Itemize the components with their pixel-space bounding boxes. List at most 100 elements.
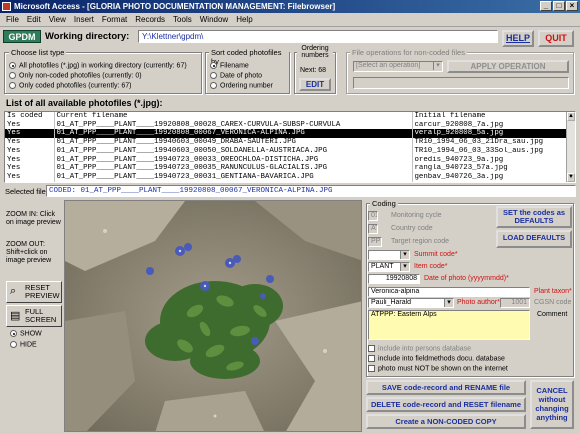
working-directory-input[interactable]: Y:\Klettner\gpdm\ <box>138 30 498 43</box>
maximize-button[interactable]: □ <box>553 1 565 11</box>
window-title-bar: Microsoft Access - [GLORIA PHOTO DOCUMEN… <box>0 0 580 13</box>
radio-selected-icon <box>210 62 217 69</box>
include-persons-checkbox[interactable]: include into persons database <box>368 345 471 352</box>
table-row[interactable]: Yes 01_AT_PPP____PLANT____19920808_00028_… <box>5 120 575 130</box>
list-type-coded-option[interactable]: Only coded photofiles (currently: 67) <box>9 82 131 89</box>
table-row[interactable]: Yes 01_AT_PPP____PLANT____19940603_00050_… <box>5 146 575 156</box>
set-defaults-button[interactable]: SET the codes as DEFAULTS <box>496 206 572 228</box>
full-screen-button[interactable]: ▤ FULL SCREEN <box>6 305 62 327</box>
menu-insert[interactable]: Insert <box>70 15 98 24</box>
monitoring-cycle-label: Monitoring cycle <box>391 212 442 219</box>
menu-view[interactable]: View <box>45 15 70 24</box>
cgsn-code-field[interactable]: 1001 <box>500 298 530 308</box>
full-screen-label: FULL SCREEN <box>25 307 57 324</box>
minimize-button[interactable]: _ <box>540 1 552 11</box>
ordering-edit-button[interactable]: EDIT <box>299 78 331 91</box>
radio-selected-icon <box>9 62 16 69</box>
delete-and-reset-button[interactable]: DELETE code-record and RESET filename <box>366 397 526 412</box>
table-row[interactable]: Yes 01_AT_PPP____PLANT____19940603_00049_… <box>5 138 575 147</box>
reset-preview-label: RESET PREVIEW <box>25 283 60 300</box>
zoom-in-hint: ZOOM IN: Click on image preview <box>6 211 61 226</box>
cancel-button[interactable]: CANCEL without changing anything <box>530 380 574 429</box>
file-list-heading: List of all available photofiles (*.jpg)… <box>6 98 163 108</box>
table-row-selected[interactable]: Yes 01_AT_PPP____PLANT____19920808_00067_… <box>5 129 575 139</box>
target-region-label: Target region code <box>391 238 449 245</box>
load-defaults-button[interactable]: LOAD DEFAULTS <box>496 230 572 248</box>
table-row[interactable]: Yes 01_AT_PPP____PLANT____19940723_00031_… <box>5 172 575 182</box>
plant-taxon-label: Plant taxon* <box>534 288 572 295</box>
reset-preview-button[interactable]: ⌕ RESET PREVIEW <box>6 281 62 303</box>
scroll-up-arrow-icon[interactable]: ▲ <box>567 112 575 121</box>
menu-window[interactable]: Window <box>196 15 232 24</box>
item-code-select[interactable]: PLANT <box>368 262 410 272</box>
target-region-field[interactable]: PPP <box>368 237 382 247</box>
gpdm-badge: GPDM <box>3 30 41 43</box>
radio-selected-icon <box>10 330 17 337</box>
list-type-group: Choose list type All photofiles (*.jpg) … <box>4 48 202 94</box>
close-window-button[interactable]: × <box>566 1 578 11</box>
monitoring-cycle-field[interactable]: 01 <box>368 211 378 221</box>
sort-group: Sort coded photofiles by Filename Date o… <box>205 48 290 94</box>
date-of-photo-field[interactable]: 19920808 <box>368 274 420 284</box>
radio-icon <box>9 82 16 89</box>
table-row[interactable]: Yes 01_AT_PPP____PLANT____19940723_00035_… <box>5 164 575 173</box>
summit-code-label: Summit code* <box>414 251 458 258</box>
help-button[interactable]: HELP <box>502 30 534 47</box>
comment-field[interactable]: ATPPP: Eastern Alps <box>368 310 530 340</box>
sort-date-option[interactable]: Date of photo <box>210 72 262 79</box>
menu-format[interactable]: Format <box>98 15 131 24</box>
veronica-alpina-photo <box>65 201 361 431</box>
file-operations-title: File operations for non-coded files <box>350 48 467 57</box>
save-and-rename-button[interactable]: SAVE code-record and RENAME file <box>366 380 526 395</box>
photo-author-label: Photo author* <box>457 299 500 306</box>
checkbox-icon <box>368 345 375 352</box>
ordering-group: Ordering numbers Next: 68 EDIT <box>294 45 336 94</box>
menu-tools[interactable]: Tools <box>169 15 196 24</box>
summit-code-select[interactable] <box>368 250 410 260</box>
date-of-photo-label: Date of photo (yyyymmdd)* <box>424 275 509 282</box>
show-preview-option[interactable]: SHOW <box>10 330 42 337</box>
scroll-down-arrow-icon[interactable]: ▼ <box>567 173 575 182</box>
sort-filename-option[interactable]: Filename <box>210 62 249 69</box>
operation-status-field <box>353 77 569 89</box>
comment-label: Comment <box>537 311 568 318</box>
file-operations-group: File operations for non-coded files [Sel… <box>346 48 574 94</box>
file-list-header-row: Is coded Current filename Initial filena… <box>5 112 575 121</box>
plant-taxon-field[interactable]: Veronica-alpina <box>368 287 530 297</box>
menu-help[interactable]: Help <box>232 15 256 24</box>
list-type-all-option[interactable]: All photofiles (*.jpg) in working direct… <box>9 62 187 69</box>
hide-preview-option[interactable]: HIDE <box>10 341 37 348</box>
list-type-noncoded-option[interactable]: Only non-coded photofiles (currently: 0) <box>9 72 142 79</box>
menu-bar: File Edit View Insert Format Records Too… <box>0 13 580 27</box>
menu-edit[interactable]: Edit <box>23 15 45 24</box>
apply-operation-button[interactable]: APPLY OPERATION <box>447 60 569 73</box>
include-fieldmethods-checkbox[interactable]: include into fieldmethods docu. database <box>368 355 505 362</box>
country-code-field[interactable]: AT <box>368 224 378 234</box>
file-list-table[interactable]: Is coded Current filename Initial filena… <box>4 111 576 183</box>
create-noncoded-copy-button[interactable]: Create a NON-CODED COPY <box>366 414 526 429</box>
no-internet-checkbox[interactable]: photo must NOT be shown on the internet <box>368 365 508 372</box>
image-preview[interactable] <box>64 200 362 432</box>
radio-icon <box>9 72 16 79</box>
selected-file-field: CODED: 01_AT_PPP____PLANT____19920808_00… <box>46 185 576 197</box>
ordering-title: Ordering numbers <box>297 45 333 59</box>
operation-select[interactable]: [Select an operation] <box>353 61 443 72</box>
quit-button[interactable]: QUIT <box>538 30 574 47</box>
column-header-current-filename[interactable]: Current filename <box>54 112 413 121</box>
radio-icon <box>210 72 217 79</box>
column-header-initial-filename[interactable]: Initial filename <box>412 112 575 121</box>
selected-file-label: Selected file: <box>5 187 48 196</box>
menu-file[interactable]: File <box>2 15 23 24</box>
file-list-scrollbar[interactable]: ▲ ▼ <box>566 112 575 182</box>
menu-records[interactable]: Records <box>131 15 169 24</box>
checkbox-icon <box>368 355 375 362</box>
country-code-label: Country code <box>391 225 433 232</box>
column-header-is-coded[interactable]: Is coded <box>5 112 55 121</box>
photo-author-select[interactable]: Pauli_Harald <box>368 298 454 308</box>
table-row[interactable]: Yes 01_AT_PPP____PLANT____19940723_00033_… <box>5 155 575 165</box>
checkbox-icon <box>368 365 375 372</box>
sort-ordering-option[interactable]: Ordering number <box>210 82 273 89</box>
list-type-title: Choose list type <box>9 48 67 57</box>
access-app-icon <box>2 2 11 11</box>
window-title: Microsoft Access - [GLORIA PHOTO DOCUMEN… <box>14 2 336 11</box>
